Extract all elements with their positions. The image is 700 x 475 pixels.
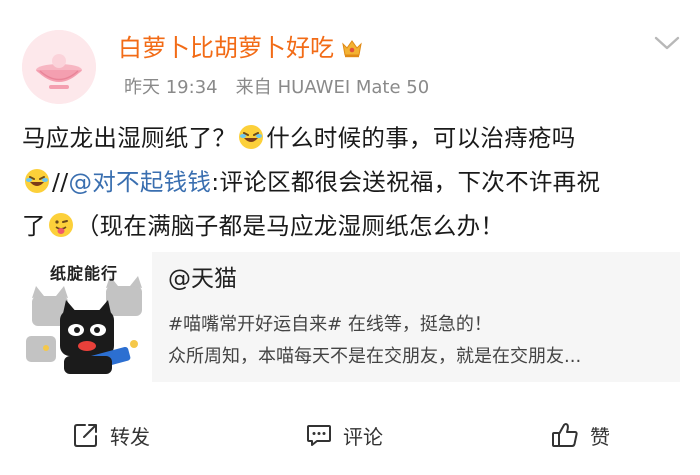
author-name[interactable]: 白萝卜比胡萝卜好吃 [118, 32, 364, 68]
post-meta: 昨天 19:34 来自 HUAWEI Mate 50 [118, 76, 429, 100]
post-time: 昨天 19:34 [124, 77, 218, 98]
shared-post-card[interactable]: 纸腚能行 @天猫 #喵嘴常开好运自来# 在线等，挺急的！ 众所周知，本喵每天不是… [22, 252, 680, 382]
card-description-line-1: #喵嘴常开好运自来# 在线等，挺急的！ [168, 314, 492, 335]
tongue-out-emoji-icon [48, 210, 74, 250]
comment-label: 评论 [343, 424, 383, 449]
post-text-line-2: //@对不起钱钱:评论区都很会送祝福，下次不许再祝 [22, 162, 682, 206]
chevron-down-icon[interactable] [652, 32, 682, 58]
author-name-text[interactable]: 白萝卜比胡萝卜好吃 [118, 34, 334, 62]
thumbs-up-icon [550, 421, 580, 449]
post-text-line-1: 马应龙出湿厕纸了？ 什么时候的事，可以治痔疮吗 [22, 118, 682, 162]
repost-icon [72, 421, 100, 449]
mention-link[interactable]: @对不起钱钱 [68, 168, 211, 196]
crown-icon [340, 36, 364, 68]
card-thumbnail-caption: 纸腚能行 [50, 264, 119, 283]
comment-button[interactable]: 评论 [305, 418, 383, 452]
action-bar: 转发 评论 赞 [0, 400, 700, 470]
source-device[interactable]: HUAWEI Mate 50 [278, 77, 430, 98]
post-text-line-3: 了（现在满脑子都是马应龙湿厕纸怎么办！ [22, 206, 682, 250]
like-label: 赞 [590, 424, 610, 449]
card-thumbnail[interactable]: 纸腚能行 [22, 252, 152, 382]
repost-button[interactable]: 转发 [72, 418, 150, 452]
laughing-emoji-icon [24, 166, 50, 206]
comment-icon [305, 421, 333, 449]
post-text: 马应龙出湿厕纸了？ 什么时候的事，可以治痔疮吗 //@对不起钱钱:评论区都很会送祝… [22, 118, 682, 250]
bowl-avatar-illustration [22, 30, 96, 104]
repost-label: 转发 [110, 424, 150, 449]
weibo-post: 白萝卜比胡萝卜好吃 昨天 19:34 来自 HUAWEI Mate 50 马应龙出湿… [0, 0, 700, 475]
card-description-line-2: 众所周知，本喵每天不是在交朋友，就是在交朋友... [168, 346, 582, 367]
source-prefix: 来自 [235, 77, 272, 98]
avatar[interactable] [22, 30, 96, 104]
card-title[interactable]: @天猫 [168, 264, 237, 294]
laughing-emoji-icon [238, 122, 264, 162]
like-button[interactable]: 赞 [550, 418, 610, 452]
